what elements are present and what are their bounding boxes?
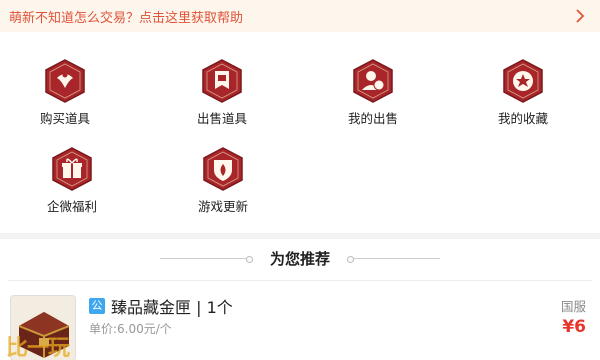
product-price: ¥6: [562, 317, 586, 337]
help-banner-text: 萌新不知道怎么交易？点击这里获取帮助: [9, 10, 244, 26]
official-badge: 公: [89, 298, 105, 314]
grid-item-label: 我的收藏: [497, 111, 548, 126]
product-unit-price: 单价:6.00元/个: [89, 322, 172, 336]
decor-line-right: [347, 255, 440, 263]
recommend-separator: [8, 280, 592, 281]
sell-items-icon: [202, 59, 242, 103]
grid-item-sell[interactable]: 出售道具: [162, 58, 282, 127]
buy-items-icon: [45, 59, 85, 103]
help-banner[interactable]: 萌新不知道怎么交易？点击这里获取帮助: [0, 0, 600, 32]
my-favorites-icon: [503, 59, 543, 103]
grid-item-my-favorites[interactable]: 我的收藏: [463, 58, 583, 127]
chevron-right-icon: [576, 9, 585, 23]
product-name: 臻品藏金匣 | 1个: [111, 298, 233, 317]
grid-item-label: 我的出售: [347, 111, 398, 126]
grid-item-welfare[interactable]: 企微福利: [12, 146, 132, 215]
recommend-title: 为您推荐: [269, 249, 330, 268]
recommend-header: 为您推荐: [0, 246, 600, 270]
game-update-icon: [203, 147, 243, 191]
site-watermark: 比一玩: [6, 336, 70, 360]
gift-welfare-icon: [52, 147, 92, 191]
grid-item-game-update[interactable]: 游戏更新: [163, 146, 283, 215]
grid-item-label: 企微福利: [46, 199, 97, 214]
grid-item-buy[interactable]: 购买道具: [5, 58, 125, 127]
grid-item-my-sales[interactable]: 我的出售: [313, 58, 433, 127]
product-card[interactable]: 公 臻品藏金匣 | 1个 单价:6.00元/个 国服 ¥6: [0, 290, 600, 360]
function-grid: 购买道具 出售道具 我的出售 我的收藏 企微福利 游戏更新: [0, 58, 600, 228]
section-divider: [0, 233, 600, 239]
my-sales-icon: [353, 59, 393, 103]
grid-item-label: 出售道具: [196, 111, 247, 126]
grid-item-label: 购买道具: [39, 111, 90, 126]
product-server: 国服: [560, 299, 586, 314]
grid-item-label: 游戏更新: [197, 199, 248, 214]
decor-line-left: [159, 255, 253, 263]
